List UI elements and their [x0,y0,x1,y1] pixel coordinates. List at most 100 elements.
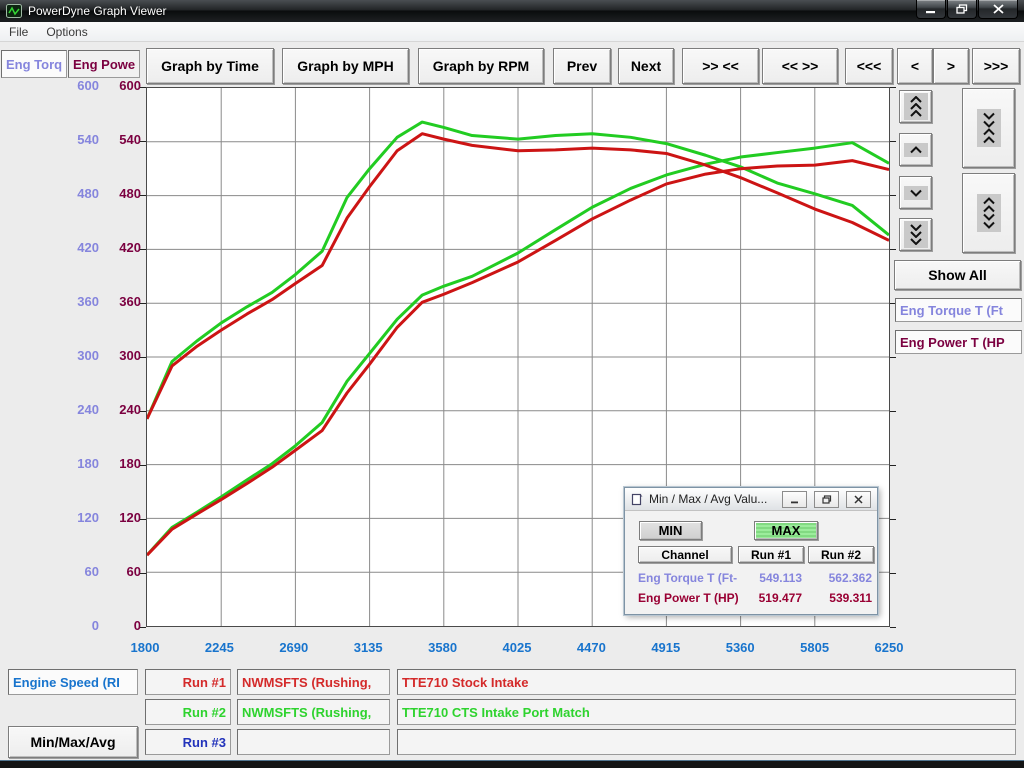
title-bar: PowerDyne Graph Viewer [0,0,1024,22]
power-axis-tick-label: 180 [81,456,141,471]
rpm-axis-tick-label: 2690 [264,640,324,655]
minmax-close-icon[interactable] [846,491,871,508]
scroll-right-button[interactable]: > [933,48,969,84]
minmax-row-power-channel: Eng Power T (HP) [638,591,739,605]
restore-icon[interactable] [947,0,977,19]
run1-operator-field[interactable]: NWMSFTS (Rushing, [237,669,390,695]
minmax-restore-icon[interactable] [814,491,839,508]
column-header-channel: Channel [638,546,732,563]
y-scroll-down-fast-button[interactable] [899,218,932,251]
run3-operator-field[interactable] [237,729,390,755]
power-axis-tick-label: 240 [81,402,141,417]
minmax-title-bar[interactable]: Min / Max / Avg Valu... [625,488,877,511]
show-all-button[interactable]: Show All [894,260,1021,290]
axis-tick [140,357,146,358]
min-tab-button[interactable]: MIN [639,521,702,540]
run3-description-field[interactable] [397,729,1016,755]
axis-tick [140,465,146,466]
column-header-run1: Run #1 [738,546,804,563]
power-channel-label: Eng Power T (HP [895,330,1022,354]
rpm-axis-tick-label: 2245 [189,640,249,655]
axis-tick [890,195,896,196]
chevrons-inward-icon [977,109,1001,147]
menu-bar: File Options [0,22,1024,42]
minmax-torque-run2-value: 562.362 [808,571,872,585]
axis-tick [890,141,896,142]
axis-tick [890,519,896,520]
caption-buttons [915,0,1018,19]
run2-operator-field[interactable]: NWMSFTS (Rushing, [237,699,390,725]
minmax-window[interactable]: Min / Max / Avg Valu... MIN MAX Channel [624,487,878,615]
axis-tick [890,627,896,628]
graph-by-time-button[interactable]: Graph by Time [146,48,274,84]
x-axis-channel-label: Engine Speed (RI [8,669,138,695]
app-window: PowerDyne Graph Viewer File Options Eng … [0,0,1024,768]
window-bottom-border [0,760,1024,768]
prev-button[interactable]: Prev [553,48,611,84]
axis-tick [890,87,896,88]
torque-channel-label: Eng Torque T (Ft [895,298,1022,322]
power-axis-tick-label: 120 [81,510,141,525]
power-axis-tick-label: 480 [81,186,141,201]
rpm-axis-tick-label: 4915 [636,640,696,655]
axis-tick [890,249,896,250]
minmax-power-run2-value: 539.311 [808,591,872,605]
rpm-axis-tick-label: 4025 [487,640,547,655]
power-axis-tick-label: 420 [81,240,141,255]
minmax-window-title: Min / Max / Avg Valu... [649,492,767,506]
menu-file[interactable]: File [0,25,37,39]
run3-label[interactable]: Run #3 [145,729,231,755]
axis-tick [140,141,146,142]
power-axis-tick-label: 60 [81,564,141,579]
y-scroll-up-fast-button[interactable] [899,90,932,123]
app-icon [6,4,22,18]
max-tab-button[interactable]: MAX [754,521,818,540]
close-icon[interactable] [978,0,1018,19]
window-title: PowerDyne Graph Viewer [28,4,167,18]
zoom-out-x-button[interactable]: << >> [762,48,838,84]
axis-tick [140,627,146,628]
graph-by-mph-button[interactable]: Graph by MPH [282,48,409,84]
y-scroll-up-button[interactable] [899,133,932,166]
minmax-power-run1-value: 519.477 [738,591,802,605]
axis-tick [140,87,146,88]
rpm-axis-tick-label: 1800 [115,640,175,655]
rpm-axis-tick-label: 6250 [859,640,919,655]
rpm-axis-tick-label: 5805 [785,640,845,655]
y-zoom-in-button[interactable] [962,88,1015,168]
zoom-in-x-button[interactable]: >> << [682,48,759,84]
scroll-right-fast-button[interactable]: >>> [972,48,1020,84]
rpm-axis-tick-label: 3135 [338,640,398,655]
axis-tick [140,195,146,196]
axis-tick [890,357,896,358]
minimize-icon[interactable] [916,0,946,19]
axis-tick [140,573,146,574]
axis-tick [890,465,896,466]
graph-by-rpm-button[interactable]: Graph by RPM [418,48,544,84]
torque-channel-button[interactable]: Eng Torq [1,50,67,78]
axis-tick [140,249,146,250]
chevrons-outward-icon [977,194,1001,232]
minmax-minimize-icon[interactable] [782,491,807,508]
column-header-run2: Run #2 [808,546,874,563]
run2-description-field[interactable]: TTE710 CTS Intake Port Match [397,699,1016,725]
scroll-left-button[interactable]: < [897,48,933,84]
power-channel-button[interactable]: Eng Powe [68,50,140,78]
power-axis-tick-label: 600 [81,78,141,93]
run2-label[interactable]: Run #2 [145,699,231,725]
rpm-axis-tick-label: 3580 [413,640,473,655]
run1-description-field[interactable]: TTE710 Stock Intake [397,669,1016,695]
scroll-left-fast-button[interactable]: <<< [845,48,893,84]
minmaxavg-button[interactable]: Min/Max/Avg [8,726,138,758]
minmax-row-torque-channel: Eng Torque T (Ft- [638,571,737,585]
y-scroll-down-button[interactable] [899,176,932,209]
menu-options[interactable]: Options [37,25,96,39]
rpm-axis-tick-label: 4470 [561,640,621,655]
axis-tick [890,573,896,574]
triple-chevron-up-icon [904,93,928,120]
next-button[interactable]: Next [618,48,674,84]
power-axis-tick-label: 300 [81,348,141,363]
power-axis-tick-label: 0 [81,618,141,633]
run1-label[interactable]: Run #1 [145,669,231,695]
y-zoom-out-button[interactable] [962,173,1015,253]
